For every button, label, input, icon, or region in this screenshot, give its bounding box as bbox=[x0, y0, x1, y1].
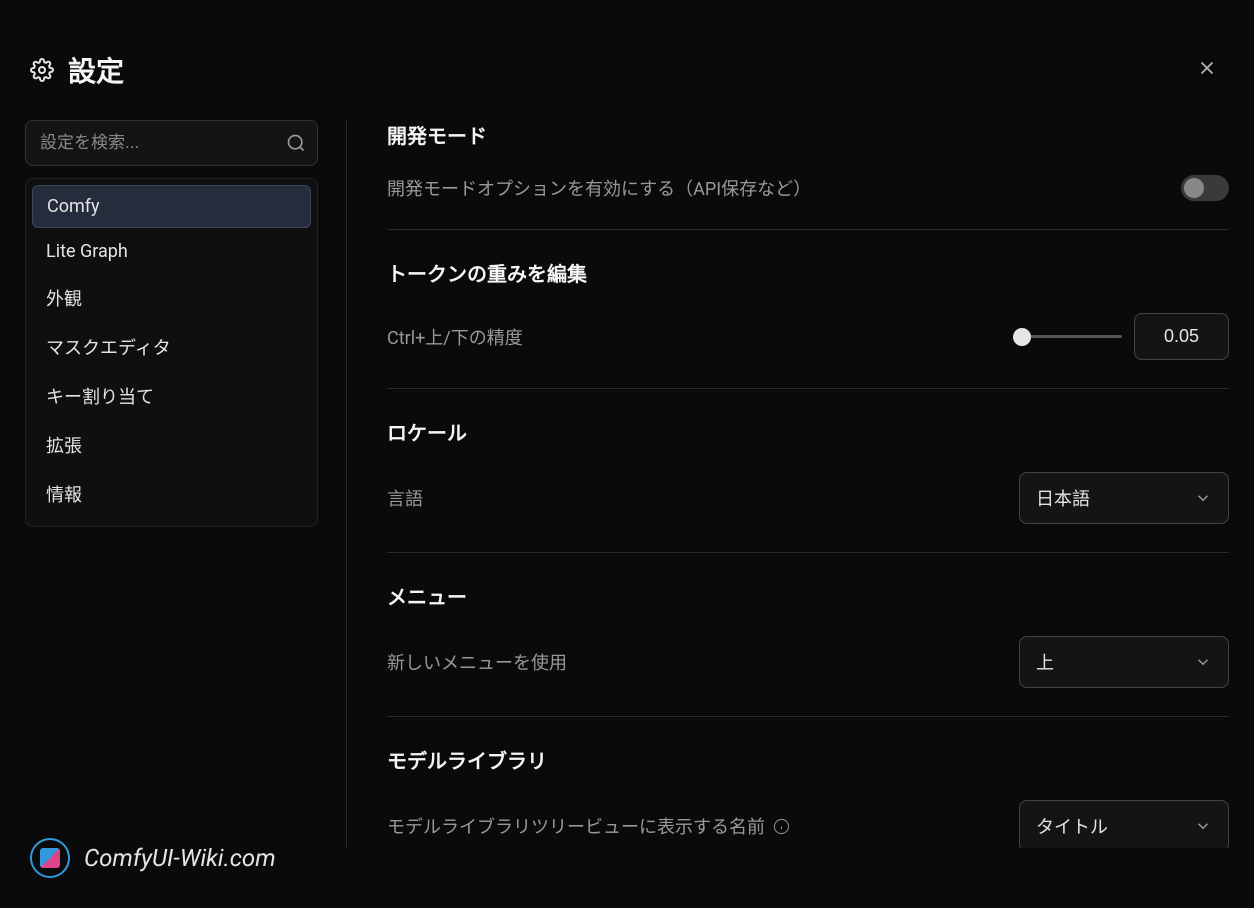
precision-input[interactable] bbox=[1134, 313, 1229, 360]
new-menu-label: 新しいメニューを使用 bbox=[387, 649, 567, 675]
dev-mode-toggle[interactable] bbox=[1181, 175, 1229, 201]
section-title-model-library: モデルライブラリ bbox=[387, 745, 1229, 774]
setting-tree-name: モデルライブラリツリービューに表示する名前 タイトル bbox=[387, 800, 1229, 848]
precision-control-group bbox=[1022, 313, 1229, 360]
nav-list: Comfy Lite Graph 外観 マスクエディタ キー割り当て 拡張 情報 bbox=[25, 178, 318, 527]
section-title-locale: ロケール bbox=[387, 417, 1229, 446]
sidebar-item-appearance[interactable]: 外観 bbox=[32, 275, 311, 321]
sidebar-item-comfy[interactable]: Comfy bbox=[32, 185, 311, 228]
main-panel: 開発モード 開発モードオプションを有効にする（API保存など） トークンの重みを… bbox=[347, 120, 1229, 848]
section-model-library: モデルライブラリ モデルライブラリツリービューに表示する名前 タイトル すべての… bbox=[387, 745, 1229, 848]
setting-new-menu: 新しいメニューを使用 上 bbox=[387, 636, 1229, 688]
footer-text: ComfyUI-Wiki.com bbox=[84, 844, 276, 872]
precision-label: Ctrl+上/下の精度 bbox=[387, 324, 523, 350]
section-dev-mode: 開発モード 開発モードオプションを有効にする（API保存など） bbox=[387, 120, 1229, 230]
new-menu-value: 上 bbox=[1036, 649, 1054, 675]
tree-name-select[interactable]: タイトル bbox=[1019, 800, 1229, 848]
sidebar-item-keybinds[interactable]: キー割り当て bbox=[32, 373, 311, 419]
dev-mode-enable-label: 開発モードオプションを有効にする（API保存など） bbox=[387, 175, 811, 201]
header: 設定 bbox=[0, 0, 1254, 120]
new-menu-select[interactable]: 上 bbox=[1019, 636, 1229, 688]
footer: ComfyUI-Wiki.com bbox=[30, 838, 276, 878]
setting-dev-mode-enable: 開発モードオプションを有効にする（API保存など） bbox=[387, 175, 1229, 201]
close-icon bbox=[1196, 57, 1218, 79]
sidebar-item-mask-editor[interactable]: マスクエディタ bbox=[32, 324, 311, 370]
setting-precision: Ctrl+上/下の精度 bbox=[387, 313, 1229, 360]
content: Comfy Lite Graph 外観 マスクエディタ キー割り当て 拡張 情報… bbox=[0, 120, 1254, 848]
language-select[interactable]: 日本語 bbox=[1019, 472, 1229, 524]
search-icon bbox=[286, 133, 306, 153]
section-title-menu: メニュー bbox=[387, 581, 1229, 610]
search-box bbox=[25, 120, 318, 166]
gear-icon bbox=[30, 58, 54, 82]
section-locale: ロケール 言語 日本語 bbox=[387, 417, 1229, 553]
section-token-weight: トークンの重みを編集 Ctrl+上/下の精度 bbox=[387, 258, 1229, 389]
close-button[interactable] bbox=[1190, 51, 1224, 89]
sidebar: Comfy Lite Graph 外観 マスクエディタ キー割り当て 拡張 情報 bbox=[25, 120, 347, 848]
precision-slider[interactable] bbox=[1022, 335, 1122, 338]
toggle-knob bbox=[1184, 178, 1204, 198]
sidebar-item-about[interactable]: 情報 bbox=[32, 471, 311, 517]
language-label: 言語 bbox=[387, 485, 423, 511]
chevron-down-icon bbox=[1194, 653, 1212, 671]
section-title-token-weight: トークンの重みを編集 bbox=[387, 258, 1229, 287]
sidebar-item-lite-graph[interactable]: Lite Graph bbox=[32, 231, 311, 272]
header-title-group: 設定 bbox=[30, 50, 124, 90]
chevron-down-icon bbox=[1194, 817, 1212, 835]
language-value: 日本語 bbox=[1036, 485, 1090, 511]
chevron-down-icon bbox=[1194, 489, 1212, 507]
section-title-dev-mode: 開発モード bbox=[387, 120, 1229, 149]
page-title: 設定 bbox=[68, 50, 124, 90]
info-icon[interactable] bbox=[773, 818, 790, 835]
slider-thumb bbox=[1013, 328, 1031, 346]
logo-icon bbox=[30, 838, 70, 878]
setting-language: 言語 日本語 bbox=[387, 472, 1229, 524]
sidebar-item-extensions[interactable]: 拡張 bbox=[32, 422, 311, 468]
tree-name-value: タイトル bbox=[1036, 813, 1108, 839]
tree-name-label: モデルライブラリツリービューに表示する名前 bbox=[387, 813, 790, 839]
section-menu: メニュー 新しいメニューを使用 上 bbox=[387, 581, 1229, 717]
search-input[interactable] bbox=[25, 120, 318, 166]
